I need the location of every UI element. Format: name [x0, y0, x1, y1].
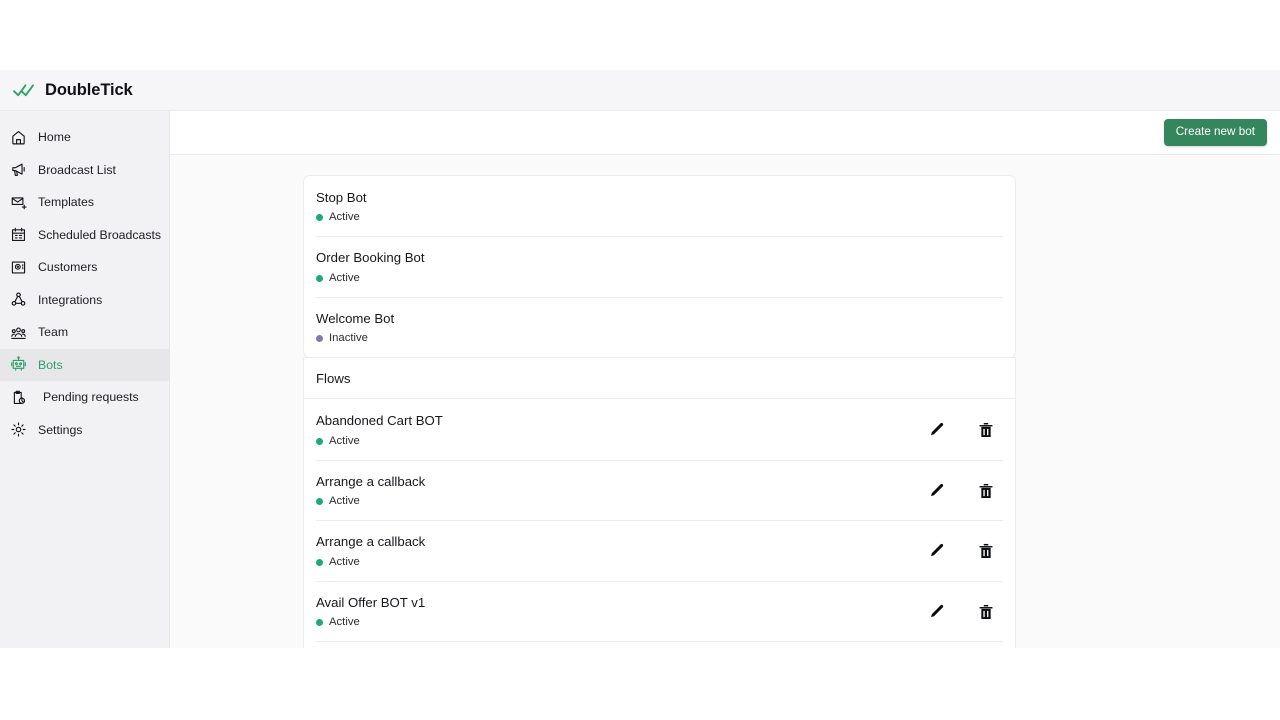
flows-card: Abandoned Cart BOT Active	[303, 399, 1016, 648]
status-badge: Active	[316, 212, 1002, 223]
sidebar-item-bots[interactable]: Bots	[0, 349, 169, 382]
flow-actions	[928, 542, 1002, 560]
status-dot-icon	[316, 498, 323, 505]
flow-actions	[928, 482, 1002, 500]
sidebar-item-broadcast-list[interactable]: Broadcast List	[0, 154, 169, 187]
sidebar-item-label: Broadcast List	[38, 163, 116, 177]
robot-icon	[10, 356, 27, 373]
megaphone-icon	[10, 161, 27, 178]
clipboard-clock-icon	[10, 389, 27, 406]
flows-section-header: Flows	[303, 357, 1016, 399]
status-badge: Inactive	[316, 333, 1002, 344]
status-badge: Active	[316, 273, 1002, 284]
sidebar-item-integrations[interactable]: Integrations	[0, 284, 169, 317]
status-dot-icon	[316, 438, 323, 445]
status-dot-icon	[316, 275, 323, 282]
gear-icon	[10, 421, 27, 438]
bot-row[interactable]: Order Booking Bot Active	[304, 236, 1015, 296]
sidebar-item-label: Integrations	[38, 293, 102, 307]
bot-name: Welcome Bot	[316, 311, 1002, 326]
sidebar-item-label: Home	[38, 130, 71, 144]
status-label: Active	[329, 557, 360, 568]
create-new-bot-button[interactable]: Create new bot	[1164, 119, 1267, 146]
sidebar-item-scheduled-broadcasts[interactable]: Scheduled Broadcasts	[0, 219, 169, 252]
sidebar-item-home[interactable]: Home	[0, 121, 169, 154]
status-dot-icon	[316, 214, 323, 221]
pencil-icon[interactable]	[928, 603, 946, 621]
trash-icon[interactable]	[977, 542, 995, 560]
sidebar: Home Broadcast List Templates Scheduled …	[0, 111, 170, 648]
status-label: Active	[329, 212, 360, 223]
share-nodes-icon	[10, 291, 27, 308]
mail-add-icon	[10, 194, 27, 211]
sidebar-item-label: Team	[38, 325, 68, 339]
flow-row[interactable]: Arrange a callback Active	[304, 460, 1015, 520]
sidebar-item-customers[interactable]: Customers	[0, 251, 169, 284]
sidebar-item-label: Settings	[38, 423, 82, 437]
flow-name: Arrange a callback	[316, 474, 425, 489]
trash-icon[interactable]	[977, 482, 995, 500]
status-dot-icon	[316, 559, 323, 566]
pencil-icon[interactable]	[928, 421, 946, 439]
sidebar-item-settings[interactable]: Settings	[0, 414, 169, 447]
flow-actions	[928, 603, 1002, 621]
status-label: Active	[329, 273, 360, 284]
flow-row[interactable]: Avail Offer BOT v1 Active	[304, 581, 1015, 641]
sidebar-item-label: Customers	[38, 260, 97, 274]
flow-name: Arrange a callback	[316, 534, 425, 549]
status-label: Active	[329, 436, 360, 447]
brand-header: DoubleTick	[0, 70, 1280, 111]
flows-heading: Flows	[304, 358, 1015, 398]
sidebar-item-label: Scheduled Broadcasts	[38, 228, 161, 242]
bot-name: Order Booking Bot	[316, 250, 1002, 265]
sidebar-item-label: Templates	[38, 195, 94, 209]
flow-row[interactable]: Abandoned Cart BOT Active	[304, 399, 1015, 459]
status-dot-icon	[316, 619, 323, 626]
sidebar-item-team[interactable]: Team	[0, 316, 169, 349]
sidebar-item-pending-requests[interactable]: Pending requests	[0, 381, 169, 414]
status-label: Active	[329, 617, 360, 628]
double-check-icon	[13, 82, 35, 98]
sidebar-item-label: Bots	[38, 358, 63, 372]
flow-name: Avail Offer BOT v1	[316, 595, 425, 610]
flow-row[interactable]: Birthday 5 Active	[304, 641, 1015, 648]
status-label: Inactive	[329, 333, 368, 344]
trash-icon[interactable]	[977, 603, 995, 621]
flow-row[interactable]: Arrange a callback Active	[304, 520, 1015, 580]
content-toolbar: Create new bot	[170, 111, 1280, 155]
brand-name: DoubleTick	[45, 82, 133, 99]
status-badge: Active	[316, 436, 443, 447]
status-dot-icon	[316, 335, 323, 342]
bot-row[interactable]: Stop Bot Active	[304, 176, 1015, 236]
status-label: Active	[329, 496, 360, 507]
people-icon	[10, 324, 27, 341]
pencil-icon[interactable]	[928, 482, 946, 500]
sidebar-item-templates[interactable]: Templates	[0, 186, 169, 219]
calendar-clock-icon	[10, 226, 27, 243]
bots-card: Stop Bot Active Order Booking Bot Active…	[303, 175, 1016, 358]
sidebar-item-label: Pending requests	[43, 390, 139, 404]
main-content: Stop Bot Active Order Booking Bot Active…	[170, 156, 1280, 648]
status-badge: Active	[316, 557, 425, 568]
pencil-icon[interactable]	[928, 542, 946, 560]
bots-stack: Stop Bot Active Order Booking Bot Active…	[303, 175, 1016, 648]
flow-actions	[928, 421, 1002, 439]
flow-name: Abandoned Cart BOT	[316, 413, 443, 428]
status-badge: Active	[316, 617, 425, 628]
contact-card-icon	[10, 259, 27, 276]
home-icon	[10, 129, 27, 146]
bot-name: Stop Bot	[316, 190, 1002, 205]
status-badge: Active	[316, 496, 425, 507]
app-window: DoubleTick Home Broadcast List Templates	[0, 70, 1280, 648]
trash-icon[interactable]	[977, 421, 995, 439]
bot-row[interactable]: Welcome Bot Inactive	[304, 297, 1015, 357]
